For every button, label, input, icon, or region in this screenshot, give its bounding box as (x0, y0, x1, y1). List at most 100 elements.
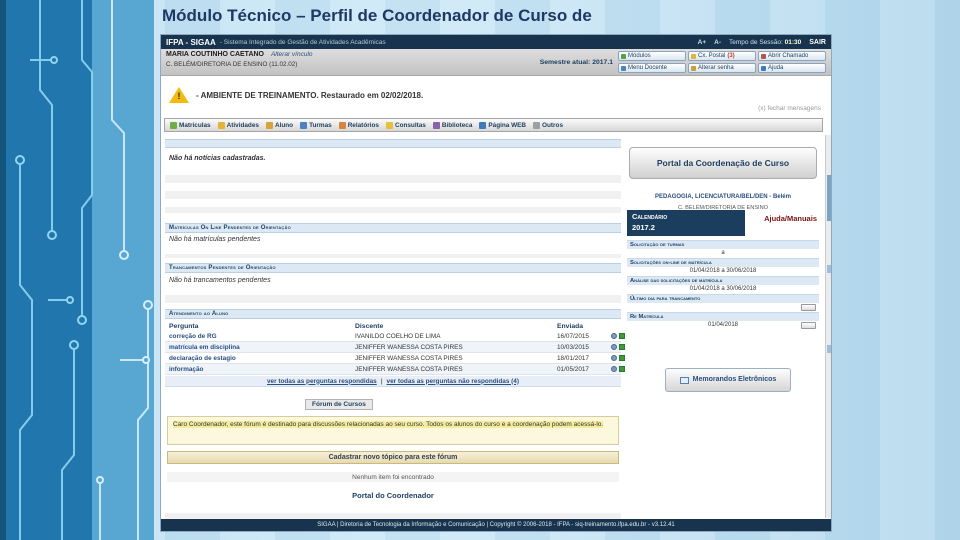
col-enviada: Enviada (557, 322, 584, 330)
main-menu: Matrículas Atividades Aluno Turmas Relat… (164, 118, 823, 132)
pagina-web-icon (479, 121, 487, 129)
session-timer: Tempo de Sessão: 01:30 (729, 39, 801, 46)
menu-turmas[interactable]: Turmas (300, 121, 332, 129)
app-header: IFPA - SIGAA - Sistema Integrado de Gest… (161, 35, 831, 49)
circuit-svg (0, 0, 154, 540)
table-row: informação JENIFFER WANESSA COSTA PIRES … (165, 364, 625, 375)
calendar-detail-button[interactable] (801, 322, 816, 329)
scrollbar-mark (827, 265, 831, 273)
calendar-value: 01/04/2018 (707, 322, 739, 328)
section-atendimento-aluno: Atendimento ao Aluno (165, 309, 621, 319)
view-answer-icon[interactable] (611, 333, 617, 339)
calendar-row-value: 01/04/2018 (627, 321, 819, 330)
stripe-rows (165, 287, 621, 307)
news-empty-message: Não há notícias cadastradas. (169, 155, 266, 162)
menu-label: Turmas (309, 121, 332, 129)
button-label: Ajuda (768, 65, 784, 71)
new-topic-button[interactable]: Cadastrar novo tópico para este fórum (167, 451, 619, 464)
training-warning: - AMBIENTE DE TREINAMENTO. Restaurado em… (169, 87, 423, 104)
matriculas-empty-message: Não há matrículas pendentes (169, 236, 261, 243)
calendar-detail-button[interactable] (801, 304, 816, 311)
forum-empty-message: Nenhum item foi encontrado (167, 472, 619, 482)
course-block: PEDAGOGIA, LICENCIATURA/BEL/DEN - Belém … (627, 185, 819, 211)
calendar-row-label: Solicitação de turmas (627, 240, 819, 249)
unanswered-questions-link[interactable]: ver todas as perguntas não respondidas (… (387, 378, 519, 385)
link-separator: | (380, 377, 383, 385)
current-semester: Semestre atual: 2017.1 (540, 59, 613, 66)
menu-label: Matrículas (179, 121, 211, 129)
menu-consultas[interactable]: Consultas (385, 121, 426, 129)
menu-label: Outros (542, 121, 563, 129)
semester-value: 2017.1 (592, 58, 613, 66)
change-password-icon (691, 65, 696, 71)
menu-label: Consultas (394, 121, 426, 129)
close-messages-link[interactable]: (x) fechar mensagens (758, 105, 821, 112)
slide-title: Módulo Técnico – Perfil de Coordenador d… (162, 6, 592, 25)
table-row: correção de RG IVANILDO COELHO DE LIMA 1… (165, 331, 625, 342)
user-bar: MARIA COUTINHO CAETANO Alterar vínculo C… (161, 49, 831, 76)
menu-atividades[interactable]: Atividades (217, 121, 259, 129)
question-link[interactable]: correção de RG (169, 333, 355, 340)
question-link[interactable]: matrícula em disciplina (169, 344, 355, 351)
menu-pagina-web[interactable]: Página WEB (479, 121, 526, 129)
circuit-pattern-decor (0, 0, 160, 540)
memo-button-label: Memorandos Eletrônicos (692, 375, 777, 383)
section-trancamentos-pendentes: Trancamentos Pendentes de Orientação (165, 263, 621, 273)
help-manuals-link[interactable]: Ajuda/Manuais (764, 214, 817, 223)
view-answer-icon[interactable] (611, 366, 617, 372)
calendar-row-label: Último dia para trancamento (627, 294, 819, 303)
help-button[interactable]: Ajuda (758, 63, 826, 73)
forum-info-box: Caro Coordenador, este fórum é destinado… (167, 416, 619, 445)
student-name: JENIFFER WANESSA COSTA PIRES (355, 343, 463, 351)
memo-button[interactable]: Memorandos Eletrônicos (665, 368, 791, 392)
portal-footer-label: Portal do Coordenador (352, 491, 434, 500)
question-link[interactable]: declaração de estagio (169, 355, 355, 362)
calendar-term: 2017.2 (632, 222, 655, 232)
scrollbar-thumb[interactable] (827, 175, 831, 221)
app-brand: IFPA - SIGAA (166, 37, 216, 47)
user-unit: C. BELÉM/DIRETORIA DE ENSINO (11.02.02) (166, 61, 298, 68)
mailbox-icon (691, 53, 696, 59)
menu-outros[interactable]: Outros (533, 121, 563, 129)
sent-date: 16/07/2015 (557, 332, 589, 340)
answered-questions-link[interactable]: ver todas as perguntas respondidas (267, 378, 377, 385)
calendar-title-box: Calendário 2017.2 (627, 210, 745, 236)
course-link[interactable]: PEDAGOGIA, LICENCIATURA/BEL/DEN - Belém (655, 194, 791, 200)
font-increase-button[interactable]: A+ (698, 39, 707, 46)
view-answer-icon[interactable] (611, 355, 617, 361)
stripe-rows (165, 246, 621, 258)
biblioteca-icon (432, 121, 440, 129)
button-label: Abrir Chamado (768, 53, 809, 59)
menu-relatorios[interactable]: Relatórios (338, 121, 379, 129)
open-ticket-button[interactable]: Abrir Chamado (758, 51, 826, 61)
change-password-button[interactable]: Alterar senha (688, 63, 756, 73)
menu-biblioteca[interactable]: Biblioteca (432, 121, 473, 129)
help-icon (761, 65, 766, 71)
open-ticket-icon (761, 53, 766, 59)
user-name: MARIA COUTINHO CAETANO (166, 51, 264, 58)
logout-button[interactable]: SAIR (809, 39, 826, 46)
menu-label: Aluno (274, 121, 294, 129)
menu-label: Biblioteca (441, 121, 473, 129)
table-row: declaração de estagio JENIFFER WANESSA C… (165, 353, 625, 364)
calendar-row-value: 01/04/2018 a 30/06/2018 (627, 285, 819, 294)
turmas-icon (300, 121, 308, 129)
menu-matriculas[interactable]: Matrículas (170, 121, 211, 129)
teacher-menu-button[interactable]: Menu Docente (618, 63, 686, 73)
menu-aluno[interactable]: Aluno (265, 121, 294, 129)
calendar-value: a (721, 250, 725, 256)
modules-button[interactable]: Módulos (618, 51, 686, 61)
aluno-icon (265, 121, 273, 129)
calendar-row-value (627, 303, 819, 312)
app-footer: SIGAA | Diretoria de Tecnologia da Infor… (161, 519, 831, 531)
calendar-title: Calendário (632, 212, 668, 221)
forum-section-title: Fórum de Cursos (305, 399, 373, 410)
mailbox-button[interactable]: Cx. Postal (3) (688, 51, 756, 61)
vertical-scrollbar[interactable] (825, 135, 831, 518)
teacher-menu-icon (621, 65, 626, 71)
font-decrease-button[interactable]: A- (714, 39, 721, 46)
view-answer-icon[interactable] (611, 344, 617, 350)
question-link[interactable]: informação (169, 366, 355, 373)
change-bond-link[interactable]: Alterar vínculo (271, 51, 313, 58)
button-label: Alterar senha (698, 65, 734, 71)
